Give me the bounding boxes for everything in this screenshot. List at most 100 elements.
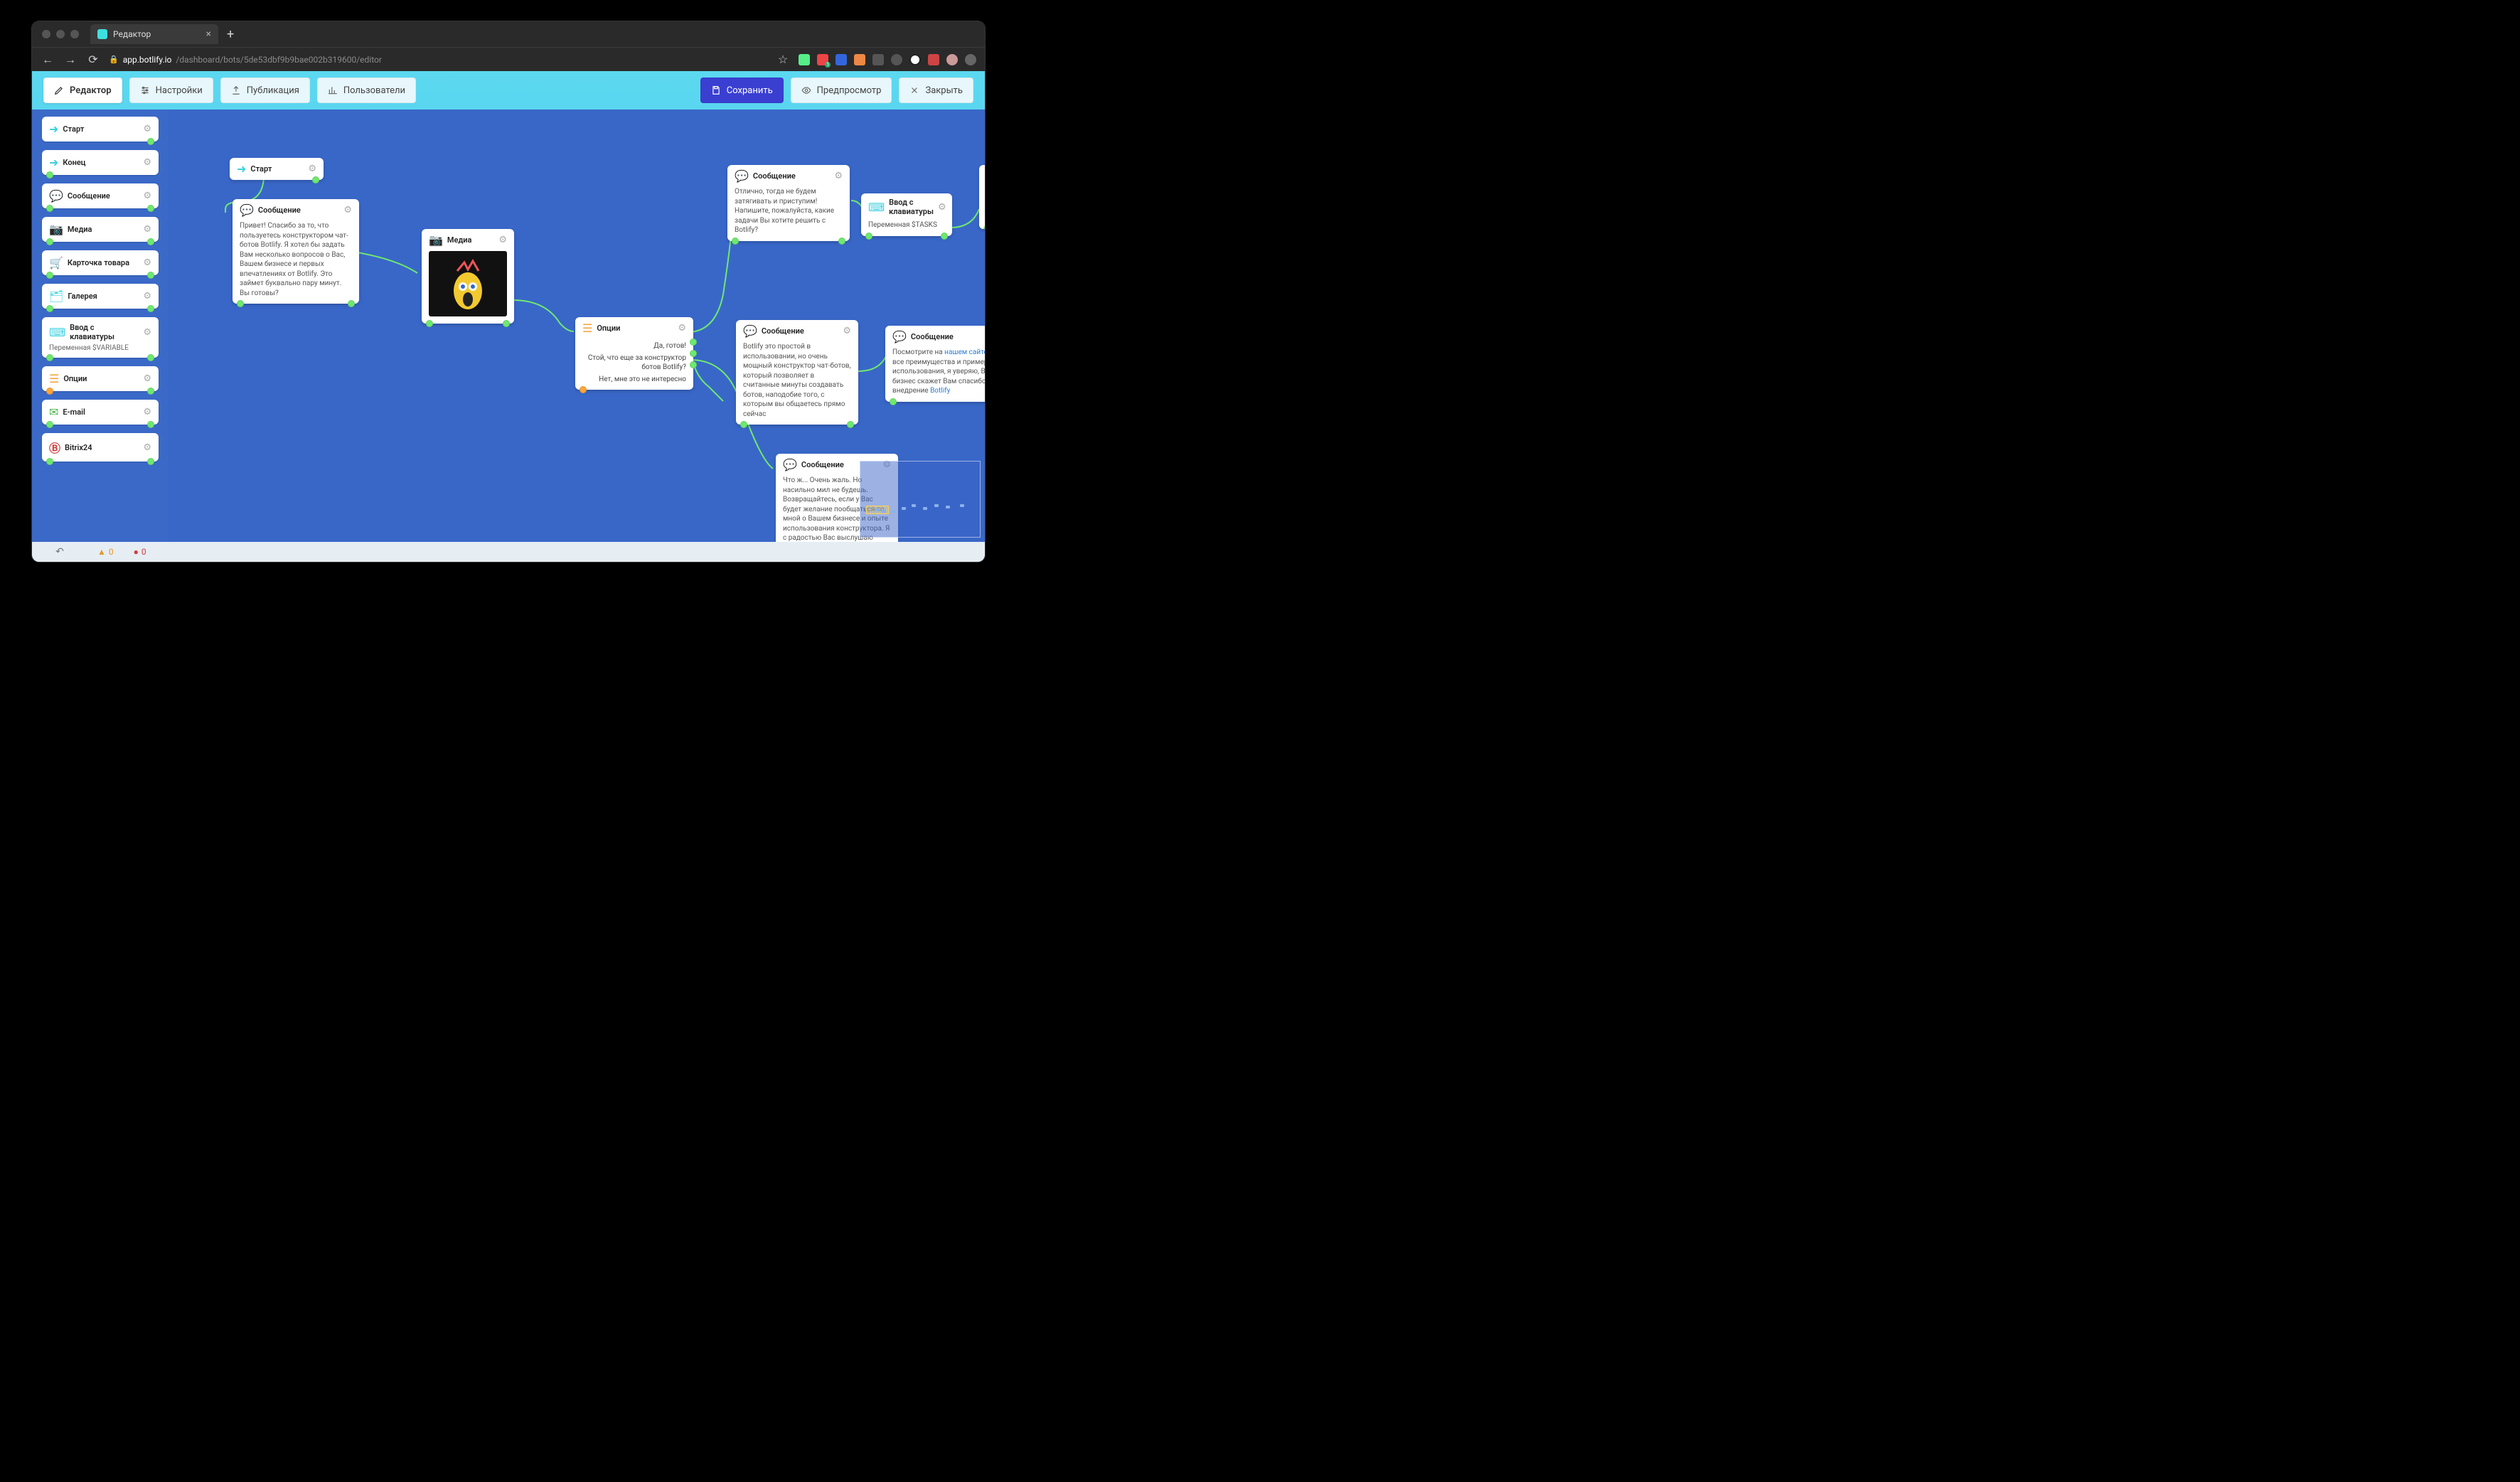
node-media[interactable]: 📷Медиа⚙ — [422, 229, 514, 324]
errors-counter[interactable]: ●0 — [134, 547, 146, 557]
save-label: Сохранить — [727, 85, 773, 96]
gear-icon[interactable]: ⚙ — [143, 327, 151, 338]
node-message-about[interactable]: 💬Сообщение⚙ Botlify это простой в исполь… — [736, 320, 858, 425]
tab-editor-label: Редактор — [70, 85, 112, 96]
message-icon: 💬 — [735, 169, 749, 183]
gear-icon[interactable]: ⚙ — [143, 373, 151, 384]
close-window-dot[interactable] — [42, 30, 50, 38]
gear-icon[interactable]: ⚙ — [143, 124, 151, 134]
palette-end[interactable]: ➜Конец⚙ — [42, 150, 159, 175]
media-preview — [429, 251, 507, 316]
extension-icon[interactable] — [891, 54, 902, 65]
node-keyboard-input[interactable]: ⌨Ввод с клавиатуры⚙ Переменная $TASKS — [861, 193, 952, 236]
forward-button[interactable]: → — [63, 53, 78, 67]
gear-icon[interactable]: ⚙ — [498, 235, 507, 245]
avatar-icon[interactable] — [946, 54, 958, 65]
tab-publish[interactable]: Публикация — [220, 78, 310, 103]
node-message-intro[interactable]: 💬Сообщение⚙ Привет! Спасибо за то, что п… — [233, 199, 359, 304]
favicon — [97, 29, 107, 39]
tab-settings[interactable]: Настройки — [129, 78, 213, 103]
node-body: Посмотрите на нашем сайте все преимущест… — [885, 348, 985, 402]
gear-icon[interactable]: ⚙ — [143, 191, 151, 201]
error-icon: ● — [134, 547, 139, 557]
reload-button[interactable]: ⟳ — [86, 53, 100, 66]
menu-icon[interactable] — [965, 54, 976, 65]
site-link[interactable]: нашем сайте — [944, 348, 985, 356]
new-tab-button[interactable]: + — [227, 27, 234, 42]
extension-icon[interactable] — [909, 54, 921, 65]
warnings-counter[interactable]: ▲0 — [97, 547, 114, 557]
option-3[interactable]: Нет, мне это не интересно — [582, 375, 686, 385]
gear-icon[interactable]: ⚙ — [938, 202, 946, 213]
node-message-cut[interactable]: 💬Сооб Понял, мои... чем занима... пару п… — [979, 165, 985, 229]
url-display[interactable]: 🔒 app.botlify.io/dashboard/bots/5de53dbf… — [109, 55, 767, 65]
upload-icon — [231, 85, 241, 95]
extension-icon[interactable] — [872, 54, 884, 65]
end-icon: ➜ — [49, 156, 58, 169]
close-button[interactable]: Закрыть — [899, 78, 973, 103]
bitrix-icon: Ⓑ — [49, 439, 60, 456]
palette-gallery[interactable]: 🗂Галерея⚙ — [42, 284, 159, 309]
option-2[interactable]: Стой, что еще за конструктор ботов Botli… — [582, 353, 686, 373]
tab-editor[interactable]: Редактор — [43, 78, 122, 103]
gear-icon[interactable]: ⚙ — [143, 224, 151, 235]
node-message-site[interactable]: 💬Сообщение⚙ Посмотрите на нашем сайте вс… — [885, 326, 985, 402]
gear-icon[interactable]: ⚙ — [143, 257, 151, 268]
gear-icon[interactable]: ⚙ — [834, 171, 843, 181]
extension-icon[interactable] — [799, 54, 810, 65]
node-options[interactable]: ☰Опции⚙ Да, готов! Стой, что еще за конс… — [575, 317, 693, 390]
gear-icon[interactable]: ⚙ — [843, 326, 851, 336]
botlify-link[interactable]: Botlify — [930, 387, 950, 395]
tab-users-label: Пользователи — [343, 85, 405, 96]
email-icon: ✉ — [49, 405, 58, 419]
save-button[interactable]: Сохранить — [700, 78, 784, 103]
warning-icon: ▲ — [97, 547, 106, 557]
minimap[interactable] — [860, 461, 981, 538]
undo-button[interactable]: ↶ — [42, 546, 78, 558]
palette-product-card[interactable]: 🛒Карточка товара⚙ — [42, 250, 159, 275]
gear-icon[interactable]: ⚙ — [343, 205, 352, 215]
bookmark-star-icon[interactable]: ☆ — [776, 53, 790, 66]
gear-icon[interactable]: ⚙ — [143, 157, 151, 168]
gear-icon[interactable]: ⚙ — [308, 164, 316, 174]
gear-icon[interactable]: ⚙ — [143, 442, 151, 453]
extension-icon[interactable] — [835, 54, 847, 65]
product-icon: 🛒 — [49, 256, 63, 270]
sliders-icon — [140, 85, 150, 95]
message-icon: 💬 — [240, 203, 254, 217]
node-body: Отлично, тогда не будем затягивать и при… — [727, 187, 850, 241]
palette-options[interactable]: ☰Опции⚙ — [42, 366, 159, 391]
minimize-window-dot[interactable] — [56, 30, 65, 38]
palette-message[interactable]: 💬Сообщение⚙ — [42, 183, 159, 208]
palette-email[interactable]: ✉E-mail⚙ — [42, 400, 159, 425]
chart-icon — [328, 85, 338, 95]
tab-settings-label: Настройки — [156, 85, 203, 96]
palette-bitrix[interactable]: ⒷBitrix24⚙ — [42, 433, 159, 462]
preview-button[interactable]: Предпросмотр — [791, 78, 892, 103]
extension-icon[interactable] — [854, 54, 865, 65]
keyboard-icon: ⌨ — [49, 326, 65, 339]
url-path: /dashboard/bots/5de53dbf9b9bae002b319600… — [176, 55, 382, 65]
gear-icon[interactable]: ⚙ — [678, 323, 686, 334]
gear-icon[interactable]: ⚙ — [143, 407, 151, 417]
start-icon: ➜ — [237, 162, 246, 176]
node-message-proceed[interactable]: 💬Сообщение⚙ Отлично, тогда не будем затя… — [727, 165, 850, 241]
message-icon: 💬 — [783, 458, 797, 471]
variable-label: Переменная $TASKS — [861, 220, 952, 236]
palette-keyboard-input[interactable]: ⌨Ввод с клавиатуры⚙ Переменная $VARIABLE — [42, 317, 159, 358]
tab-users[interactable]: Пользователи — [317, 78, 416, 103]
back-button[interactable]: ← — [41, 53, 55, 67]
maximize-window-dot[interactable] — [70, 30, 79, 38]
palette-media[interactable]: 📷Медиа⚙ — [42, 217, 159, 242]
option-1[interactable]: Да, готов! — [582, 341, 686, 351]
message-icon: 💬 — [49, 189, 63, 203]
browser-tab[interactable]: Редактор × — [90, 24, 218, 44]
palette-start[interactable]: ➜Старт⚙ — [42, 117, 159, 142]
gear-icon[interactable]: ⚙ — [143, 291, 151, 302]
extension-icon[interactable] — [928, 54, 939, 65]
start-icon: ➜ — [49, 122, 58, 136]
node-start[interactable]: ➜Старт⚙ — [230, 158, 324, 180]
flow-canvas[interactable]: ➜Старт⚙ 💬Сообщение⚙ Привет! Спасибо за т… — [169, 110, 985, 542]
tab-close-icon[interactable]: × — [206, 28, 211, 40]
extension-icon[interactable]: 1 — [817, 54, 828, 65]
